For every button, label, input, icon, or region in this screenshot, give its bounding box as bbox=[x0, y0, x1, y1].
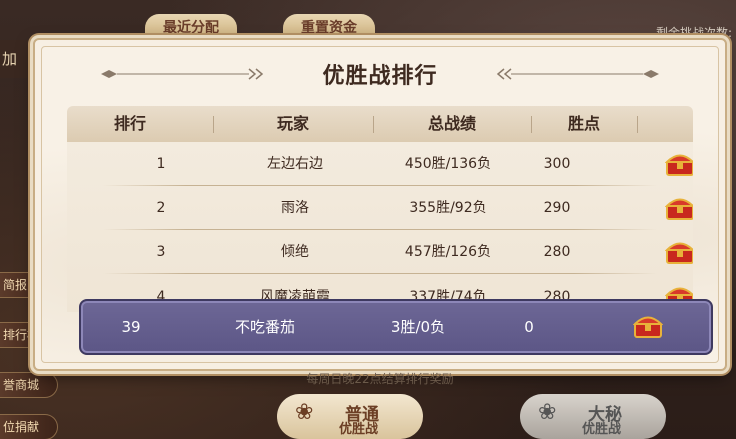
treasure-chest-icon[interactable] bbox=[665, 151, 693, 177]
table-header: 排行 玩家 总战绩 胜点 bbox=[67, 106, 693, 142]
row-record: 355胜/92负 bbox=[409, 200, 487, 216]
row-player: 倾绝 bbox=[281, 244, 309, 260]
normal-button-line2: 优胜战 bbox=[339, 422, 379, 437]
header-player: 玩家 bbox=[276, 114, 309, 133]
my-ranking-row: 39 不吃番茄 3胜/0负 0 bbox=[79, 299, 713, 355]
settlement-notice: 每周日晚22点结算排行奖励 bbox=[306, 372, 454, 386]
row-divider bbox=[103, 273, 657, 274]
table-row: 1 左边右边 450胜/136负 300 bbox=[67, 142, 693, 186]
table-row: 2 雨洛 355胜/92负 290 bbox=[67, 186, 693, 230]
row-player: 雨洛 bbox=[281, 200, 309, 216]
row-record: 457胜/126负 bbox=[404, 244, 492, 260]
header-rank: 排行 bbox=[113, 114, 146, 133]
header-divider bbox=[637, 116, 638, 133]
row-points: 290 bbox=[543, 200, 571, 216]
lotus-icon: ❀ bbox=[295, 400, 314, 425]
row-rank: 3 bbox=[156, 244, 166, 260]
header-points: 胜点 bbox=[567, 114, 600, 133]
row-player: 左边右边 bbox=[267, 156, 323, 172]
row-rank: 2 bbox=[156, 200, 166, 216]
header-record: 总战绩 bbox=[427, 114, 476, 133]
treasure-chest-icon[interactable] bbox=[665, 239, 693, 265]
normal-tournament-button[interactable]: ❀ 普通 优胜战 bbox=[277, 394, 423, 439]
row-rank: 1 bbox=[156, 156, 166, 172]
treasure-chest-icon[interactable] bbox=[633, 313, 663, 339]
row-points: 280 bbox=[543, 244, 571, 260]
row-points: 300 bbox=[543, 156, 571, 172]
title-ornament-right-icon bbox=[496, 68, 659, 80]
treasure-chest-icon[interactable] bbox=[665, 195, 693, 221]
my-record: 3胜/0负 bbox=[390, 318, 446, 336]
my-player-name: 不吃番茄 bbox=[234, 318, 295, 336]
table-body: 1 左边右边 450胜/136负 300 2 雨洛 355胜/92负 290 3… bbox=[67, 142, 693, 312]
daimi-tournament-button[interactable]: ❀ 大秘 优胜战 bbox=[520, 394, 666, 439]
table-row: 3 倾绝 457胜/126负 280 bbox=[67, 230, 693, 274]
row-record: 450胜/136负 bbox=[404, 156, 492, 172]
my-rank: 39 bbox=[121, 318, 141, 336]
ranking-modal: 优胜战排行 排行 玩家 总战绩 胜点 1 左边右边 450胜/136负 300 bbox=[33, 38, 727, 386]
daimi-button-line2: 优胜战 bbox=[582, 422, 622, 437]
side-item-donate[interactable]: 位捐献 bbox=[0, 414, 58, 439]
my-points: 0 bbox=[524, 318, 534, 336]
lotus-icon: ❀ bbox=[538, 400, 557, 425]
